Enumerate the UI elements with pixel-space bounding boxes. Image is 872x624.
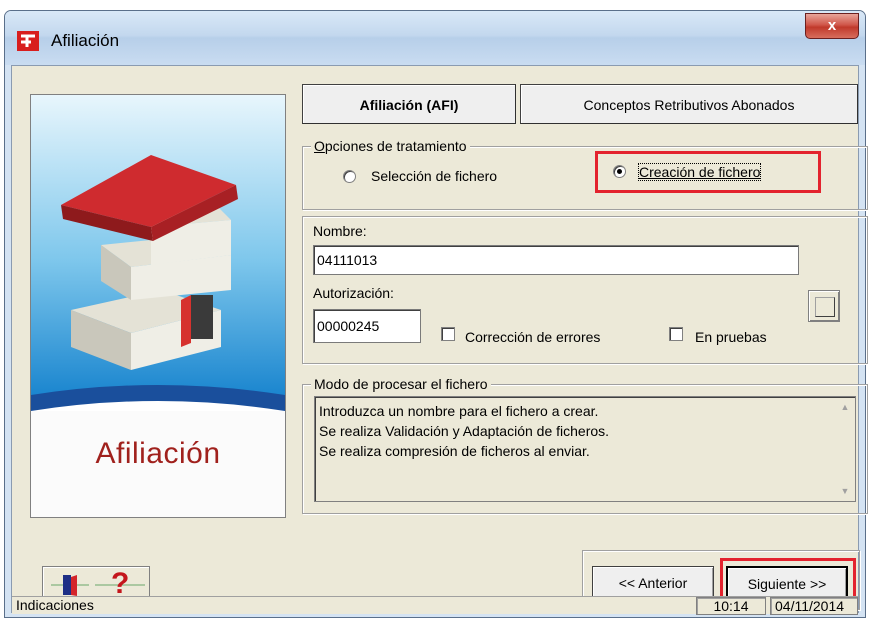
- radio-creacion[interactable]: [613, 165, 626, 178]
- status-time: 10:14: [696, 597, 766, 615]
- opciones-legend-text: pciones de tratamiento: [324, 138, 467, 154]
- radio-creacion-label[interactable]: Creación de fichero: [637, 163, 762, 181]
- window-title: Afiliación: [51, 31, 120, 50]
- pruebas-checkbox[interactable]: [669, 327, 683, 341]
- scroll-up-icon[interactable]: ▲: [837, 399, 853, 415]
- modo-line: Se realiza Validación y Adaptación de fi…: [319, 423, 610, 439]
- modo-legend: Modo de procesar el fichero: [311, 376, 491, 392]
- scroll-down-icon[interactable]: ▼: [837, 483, 853, 499]
- opciones-legend: Opciones de tratamiento: [311, 138, 470, 154]
- nombre-label: Nombre:: [313, 223, 367, 239]
- modo-textarea[interactable]: Introduzca un nombre para el fichero a c…: [314, 396, 856, 502]
- close-icon: x: [827, 17, 837, 34]
- pruebas-label[interactable]: En pruebas: [695, 329, 767, 345]
- autorizacion-input[interactable]: 00000245: [313, 309, 421, 343]
- side-illustration: Afiliación: [30, 94, 286, 518]
- autorizacion-label: Autorización:: [313, 285, 394, 301]
- app-window: Afiliación x Afiliación Afiliación (AFI)…: [4, 10, 868, 618]
- opciones-group: Opciones de tratamiento Selección de fic…: [302, 138, 868, 210]
- modo-scrollbar[interactable]: ▲ ▼: [837, 399, 853, 499]
- tab-conceptos-retributivos[interactable]: Conceptos Retributivos Abonados: [520, 84, 858, 124]
- app-logo-icon: [17, 31, 39, 51]
- status-text: Indicaciones: [16, 597, 94, 613]
- modo-line: Introduzca un nombre para el fichero a c…: [319, 403, 599, 419]
- correccion-checkbox[interactable]: [441, 327, 455, 341]
- status-date: 04/11/2014: [770, 597, 858, 615]
- dialog-body: Afiliación Afiliación (AFI) Conceptos Re…: [11, 65, 868, 615]
- radio-seleccion[interactable]: [343, 170, 356, 183]
- correccion-label[interactable]: Corrección de errores: [465, 329, 600, 345]
- browse-icon[interactable]: [808, 290, 840, 322]
- nombre-input[interactable]: 04111013: [313, 245, 799, 275]
- modo-line: Se realiza compresión de ficheros al env…: [319, 443, 590, 459]
- exit-door-icon[interactable]: [51, 572, 89, 598]
- close-button[interactable]: x: [805, 13, 859, 39]
- siguiente-button[interactable]: Siguiente >>: [726, 566, 848, 600]
- help-question-icon[interactable]: ?: [95, 567, 145, 600]
- anterior-button[interactable]: << Anterior: [592, 566, 714, 600]
- radio-seleccion-label[interactable]: Selección de fichero: [371, 168, 497, 184]
- title-bar[interactable]: Afiliación x: [5, 11, 865, 65]
- status-bar: Indicaciones 10:14 04/11/2014: [12, 596, 858, 615]
- tab-afiliacion[interactable]: Afiliación (AFI): [302, 84, 516, 124]
- fichero-group: Nombre: 04111013 Autorización: 00000245 …: [302, 216, 868, 364]
- side-caption: Afiliación: [95, 437, 221, 470]
